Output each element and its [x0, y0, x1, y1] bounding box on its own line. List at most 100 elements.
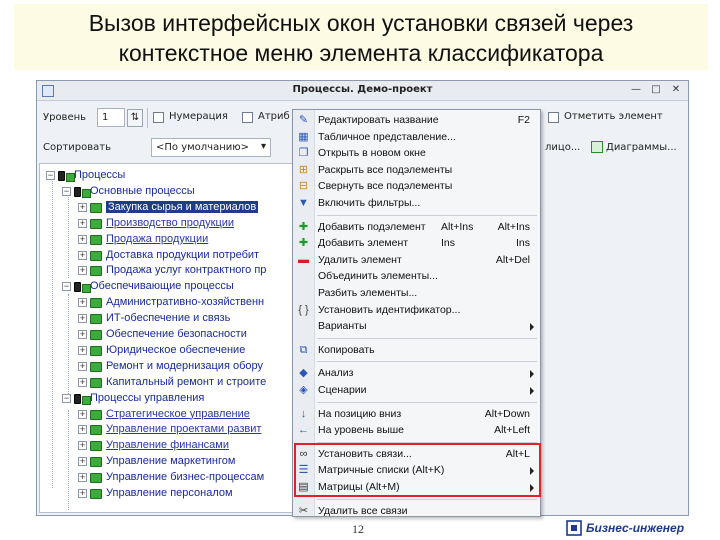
- expand-icon[interactable]: +: [78, 314, 87, 324]
- expand-icon[interactable]: +: [78, 234, 87, 244]
- expand-icon[interactable]: +: [78, 218, 87, 228]
- classifier-tree[interactable]: − Процессы − Основные процессы + Закупка сырь…: [39, 163, 301, 513]
- add-icon: ✚: [298, 237, 309, 250]
- menu-item[interactable]: Разбить элементы...: [293, 285, 540, 302]
- menu-item[interactable]: ✎ Редактировать название F2: [293, 112, 540, 129]
- diagrams-button[interactable]: Диаграммы...: [606, 142, 677, 153]
- tree-item[interactable]: + Административно-хозяйственн: [78, 295, 296, 311]
- tree-item[interactable]: + Доставка продукции потребит: [78, 248, 296, 264]
- collapse-icon[interactable]: −: [62, 393, 71, 403]
- expand-icon[interactable]: +: [78, 425, 87, 435]
- tree-item[interactable]: + ИТ-обеспечение и связь: [78, 311, 296, 327]
- filter-icon: ▼: [298, 197, 309, 209]
- tree-item[interactable]: + Управление проектами развит: [78, 422, 296, 438]
- tree-item[interactable]: + Юридическое обеспечение: [78, 343, 296, 359]
- menu-item[interactable]: ← На уровень выше Alt+Left: [293, 422, 540, 439]
- collapse-icon[interactable]: −: [62, 282, 71, 292]
- menu-item[interactable]: ✚ Добавить элемент Ins Ins: [293, 235, 540, 252]
- numbering-label: Нумерация: [169, 111, 228, 122]
- menu-item-label: Анализ: [318, 367, 354, 380]
- tree-item[interactable]: − Основные процессы: [62, 184, 296, 200]
- sorting-select[interactable]: <По умолчанию> ▾: [151, 138, 271, 157]
- menu-item[interactable]: ◆ Анализ: [293, 365, 540, 382]
- expand-icon[interactable]: +: [78, 250, 87, 260]
- expand-icon[interactable]: +: [78, 441, 87, 451]
- tree-item[interactable]: + Управление персоналом: [78, 486, 296, 502]
- tree-item[interactable]: + Производство продукции: [78, 216, 296, 232]
- tree-item[interactable]: − Процессы: [46, 168, 296, 184]
- expand-icon[interactable]: +: [78, 330, 87, 339]
- menu-item[interactable]: ⊞ Раскрыть все подэлементы: [293, 162, 540, 179]
- add-child-icon: ✚: [298, 220, 309, 233]
- tree-item-label: Закупка сырья и материалов: [106, 200, 259, 213]
- process-node-icon: [58, 171, 75, 182]
- slide-title-line-1: Вызов интерфейсных окон установки связей…: [88, 10, 634, 36]
- menu-item[interactable]: { } Установить идентификатор...: [293, 302, 540, 319]
- menu-item[interactable]: ▦ Табличное представление...: [293, 129, 540, 146]
- menu-item[interactable]: ✚ Добавить подэлемент Alt+Ins Alt+Ins: [293, 219, 540, 236]
- menu-item[interactable]: ❐ Открыть в новом окне: [293, 145, 540, 162]
- menu-item[interactable]: ↓ На позицию вниз Alt+Down: [293, 406, 540, 423]
- tree-item[interactable]: + Ремонт и модернизация обору: [78, 359, 296, 375]
- tree-item-label: Капитальный ремонт и строите: [106, 375, 267, 388]
- expand-icon[interactable]: +: [78, 361, 87, 371]
- toolbar-cut-text[interactable]: лицо...: [545, 142, 580, 153]
- brand-logo: Бизнес-инженер: [566, 519, 716, 539]
- mark-element-checkbox[interactable]: [548, 112, 559, 123]
- tree-item[interactable]: + Управление бизнес-процессам: [78, 470, 296, 486]
- numbering-checkbox[interactable]: [153, 112, 164, 123]
- menu-item[interactable]: ✂ Удалить все связи: [293, 503, 540, 520]
- level-stepper-icon[interactable]: ⇅: [127, 109, 143, 127]
- level-input[interactable]: 1: [97, 108, 125, 127]
- menu-item[interactable]: ⧉ Копировать: [293, 342, 540, 359]
- minimize-button[interactable]: —: [628, 84, 644, 97]
- menu-item[interactable]: Варианты: [293, 318, 540, 335]
- expand-icon[interactable]: +: [78, 202, 87, 212]
- sorting-value: <По умолчанию>: [156, 142, 250, 153]
- level-label: Уровень: [43, 112, 87, 123]
- expand-icon[interactable]: +: [78, 457, 87, 467]
- expand-icon[interactable]: +: [78, 266, 87, 276]
- menu-item[interactable]: ◈ Сценарии: [293, 382, 540, 399]
- brand-name: Бизнес-инженер: [586, 521, 685, 535]
- tree-item[interactable]: − Процессы управления: [62, 391, 296, 407]
- menu-item[interactable]: ▼ Включить фильтры...: [293, 195, 540, 212]
- attributes-checkbox[interactable]: [242, 112, 253, 123]
- expand-icon[interactable]: +: [78, 298, 87, 308]
- expand-icon[interactable]: +: [78, 377, 87, 387]
- tree-item[interactable]: + Закупка сырья и материалов: [78, 200, 296, 216]
- tree-item-label: Процессы: [74, 169, 126, 181]
- expand-icon[interactable]: +: [78, 489, 87, 498]
- collapse-icon[interactable]: −: [62, 186, 71, 196]
- tree-item[interactable]: + Обеспечение безопасности: [78, 327, 296, 343]
- maximize-button[interactable]: □: [648, 84, 664, 97]
- expand-icon[interactable]: +: [78, 409, 87, 419]
- collapse-icon[interactable]: −: [46, 171, 55, 180]
- slide-title-line-2: контекстное меню элемента классификатора: [118, 40, 604, 66]
- tree-item[interactable]: + Стратегическое управление: [78, 407, 296, 423]
- tree-item-label: Управление персоналом: [106, 487, 233, 499]
- menu-separator: [317, 361, 537, 363]
- close-button[interactable]: ✕: [668, 84, 684, 97]
- menu-item[interactable]: Объединить элементы...: [293, 268, 540, 285]
- menu-item-label: Табличное представление...: [318, 130, 456, 143]
- menu-item-label: Свернуть все подэлементы: [318, 180, 453, 193]
- expand-icon[interactable]: +: [78, 345, 87, 355]
- menu-item-label: Копировать: [318, 343, 375, 356]
- menu-shortcut: Alt+Ins: [441, 220, 474, 233]
- menu-item[interactable]: ⊟ Свернуть все подэлементы: [293, 178, 540, 195]
- menu-item-label: Установить идентификатор...: [318, 303, 461, 316]
- tree-item[interactable]: + Продажа услуг контрактного пр: [78, 263, 296, 279]
- diagram-icon[interactable]: [591, 141, 603, 153]
- tree-item[interactable]: + Управление финансами: [78, 438, 296, 454]
- attributes-label: Атриб: [258, 111, 290, 122]
- tree-item[interactable]: + Продажа продукции: [78, 232, 296, 248]
- tree-item[interactable]: + Управление маркетингом: [78, 454, 296, 470]
- process-node-icon: [90, 473, 102, 484]
- expand-icon[interactable]: +: [78, 473, 87, 483]
- menu-item[interactable]: ▬ Удалить элемент Alt+Del: [293, 252, 540, 269]
- tree-item-label: ИТ-обеспечение и связь: [106, 312, 231, 325]
- tree-item[interactable]: + Капитальный ремонт и строите: [78, 375, 296, 391]
- process-node-icon: [74, 393, 91, 405]
- tree-item[interactable]: − Обеспечивающие процессы: [62, 279, 296, 295]
